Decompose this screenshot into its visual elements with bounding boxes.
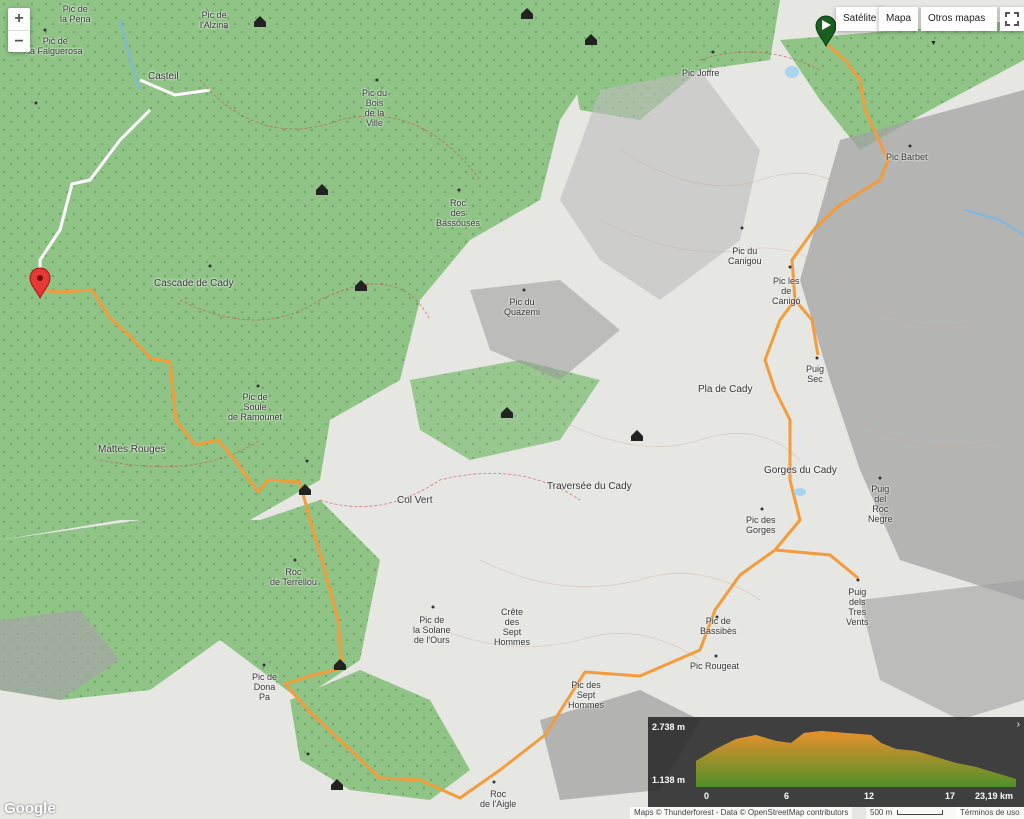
map-attribution: Maps © Thunderforest - Data © OpenStreet… <box>630 807 853 819</box>
label-roc-de-laigle: Roc de l'Aigle <box>480 789 517 809</box>
elevation-profile[interactable]: 2.738 m 1.138 m 0 6 12 17 23,19 km › <box>648 717 1024 807</box>
label-crete-des-sept-hommes: Crête des Sept Hommes <box>494 607 531 647</box>
label-casteil: Casteil <box>148 71 179 82</box>
label-pla-de-cady: Pla de Cady <box>698 384 753 395</box>
fullscreen-icon <box>1005 12 1019 26</box>
label-puig-del-roc-negre: Puig del Roc Negre <box>868 484 893 524</box>
zoom-control: + − <box>8 8 30 52</box>
label-pic-de-bassibes: Pic de Bassibès <box>700 616 737 636</box>
scale-bar: 500 m <box>866 807 960 819</box>
elevation-tick: 17 <box>945 791 956 801</box>
label-pic-de-la-solane-de-lours: Pic de la Solane de l'Ours <box>413 615 451 645</box>
label-pic-de-lalzina: Pic de l'Alzina <box>200 10 229 30</box>
elevation-max-label: 2.738 m <box>652 722 686 732</box>
map-button[interactable]: Mapa <box>878 7 919 31</box>
label-cascade-de-cady: Cascade de Cady <box>154 278 234 289</box>
map-canvas[interactable] <box>0 0 1024 819</box>
elevation-min-label: 1.138 m <box>652 775 686 785</box>
label-traversee-du-cady: Traversée du Cady <box>547 481 632 492</box>
satellite-button[interactable]: Satélite <box>836 7 884 31</box>
elevation-tick: 12 <box>864 791 875 801</box>
elevation-tick: 23,19 km <box>975 791 1014 801</box>
label-pic-joffre: Pic Joffre <box>682 68 720 78</box>
chevron-right-icon[interactable]: › <box>1017 719 1020 730</box>
label-roc-de-terrellou: Roc de Terrellou <box>270 567 317 587</box>
google-logo: Google <box>4 800 56 817</box>
label-pic-de-dona-pa: Pic de Dona Pa <box>252 672 278 702</box>
elevation-tick: 6 <box>784 791 790 801</box>
label-pic-barbet: Pic Barbet <box>886 152 928 162</box>
label-pic-du-quazemi: Pic du Quazemi <box>504 297 541 317</box>
label-pic-de-la-pena: Pic de la Pena <box>60 4 91 24</box>
label-pic-les-de-canigo: Pic les de Canigó <box>772 276 801 306</box>
label-pic-du-bois-de-la-ville: Pic du Bois de la Ville <box>362 88 388 128</box>
label-col-vert: Col Vert <box>397 495 433 506</box>
label-puig-sec: Puig Sec <box>806 364 825 384</box>
other-maps-dropdown[interactable]: Otros mapas ▼ <box>921 7 997 47</box>
label-pic-du-canigou: Pic du Canigou <box>728 246 762 266</box>
label-pic-rougeat: Pic Rougeat <box>690 661 740 671</box>
elevation-tick: 0 <box>704 791 710 801</box>
zoom-out-button[interactable]: − <box>8 30 30 53</box>
label-puig-dels-tres-vents: Puig dels Tres Vents <box>846 587 869 627</box>
label-roc-des-bassouses: Roc des Bassouses <box>436 198 481 228</box>
label-pic-de-la-falguerosa: Pic de la Falguerosa <box>28 36 83 56</box>
scale-label: 500 m <box>870 808 893 817</box>
scale-line <box>897 810 944 816</box>
lake <box>785 66 799 78</box>
chevron-down-icon: ▼ <box>930 40 937 47</box>
elevation-chart <box>696 731 1016 787</box>
label-pic-de-soule-de-ramounet: Pic de Soule de Ramounet <box>228 392 283 422</box>
other-maps-label: Otros mapas <box>928 13 986 24</box>
label-pic-des-gorges: Pic des Gorges <box>746 515 776 535</box>
terms-link[interactable]: Términos de uso <box>956 807 1024 819</box>
label-gorges-du-cady: Gorges du Cady <box>764 465 837 476</box>
fullscreen-button[interactable] <box>1000 7 1024 31</box>
lake <box>794 488 806 496</box>
label-pic-des-sept-hommes: Pic des Sept Hommes <box>568 680 605 710</box>
label-mattes-rouges: Mattes Rouges <box>98 444 166 455</box>
zoom-in-button[interactable]: + <box>8 8 30 30</box>
